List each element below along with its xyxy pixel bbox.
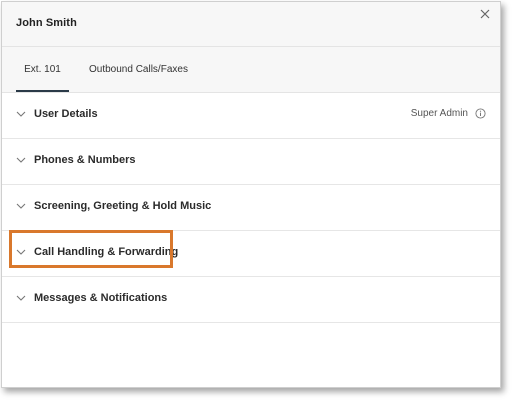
active-tab-indicator — [16, 90, 69, 92]
chevron-down-icon — [16, 249, 26, 256]
role-label: Super Admin — [410, 108, 468, 119]
user-role: Super Admin — [411, 108, 486, 119]
chevron-down-icon — [16, 157, 26, 164]
section-messages-notifications[interactable]: Messages & Notifications — [2, 277, 500, 323]
section-label: Phones & Numbers — [34, 154, 136, 166]
section-label: Call Handling & Forwarding — [34, 246, 179, 258]
tab-label: Outbound Calls/Faxes — [89, 64, 188, 75]
close-button[interactable] — [478, 7, 492, 21]
user-details-dialog: John Smith Ext. 101 Outbound Calls/Faxes… — [1, 1, 501, 388]
section-screening-greeting-hold-music[interactable]: Screening, Greeting & Hold Music — [2, 185, 500, 231]
tab-label: Ext. 101 — [24, 64, 61, 75]
section-user-details[interactable]: User Details Super Admin — [2, 93, 500, 139]
section-label: Messages & Notifications — [34, 292, 168, 304]
dialog-title: John Smith — [16, 17, 77, 29]
dialog-header: John Smith — [2, 2, 500, 47]
chevron-down-icon — [16, 111, 26, 118]
section-label: User Details — [34, 108, 98, 120]
section-call-handling-forwarding[interactable]: Call Handling & Forwarding — [2, 231, 500, 277]
chevron-down-icon — [16, 295, 26, 302]
close-icon — [478, 7, 492, 21]
tab-ext-101[interactable]: Ext. 101 — [16, 47, 69, 92]
settings-sections: User Details Super Admin Phones & Number… — [2, 93, 500, 323]
section-phones-numbers[interactable]: Phones & Numbers — [2, 139, 500, 185]
chevron-down-icon — [16, 203, 26, 210]
tab-outbound-calls-faxes[interactable]: Outbound Calls/Faxes — [89, 47, 188, 92]
tab-bar: Ext. 101 Outbound Calls/Faxes — [2, 47, 500, 93]
section-label: Screening, Greeting & Hold Music — [34, 200, 212, 212]
info-icon[interactable] — [475, 108, 486, 119]
